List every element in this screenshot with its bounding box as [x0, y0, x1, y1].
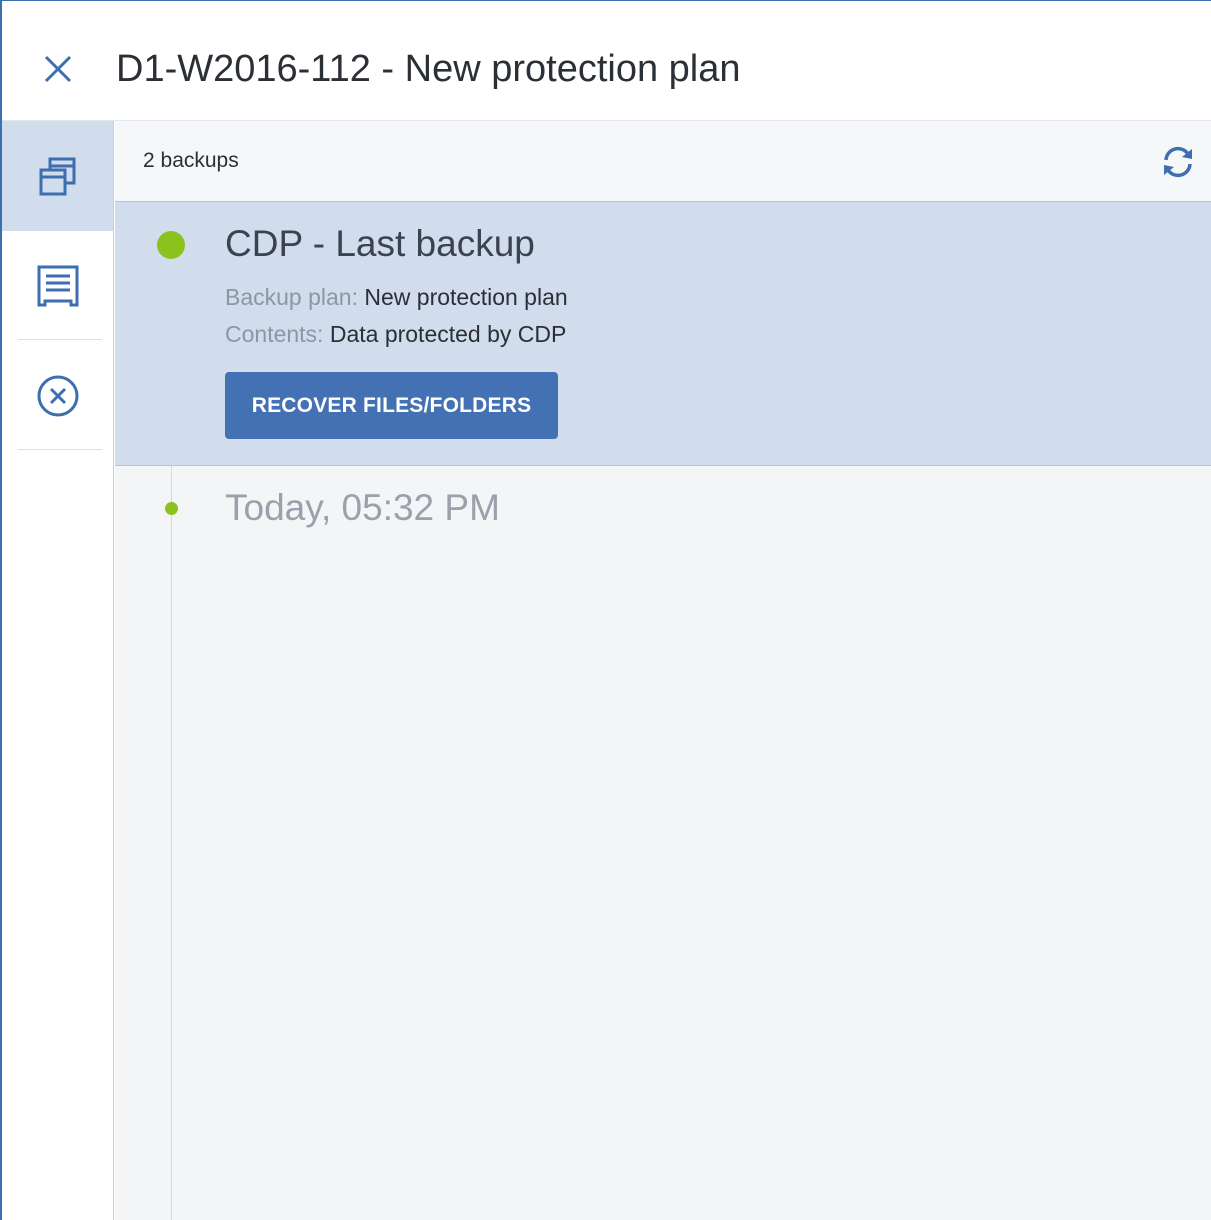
- contents-value: Data protected by CDP: [329, 321, 567, 347]
- sidebar-item-cancel[interactable]: [2, 341, 113, 451]
- backups-panel: 2 backups CDP - Last backup Backup plan:…: [115, 121, 1211, 1220]
- sidebar-item-activities[interactable]: [2, 231, 113, 341]
- contents-label: Contents:: [225, 321, 324, 347]
- page-title: D1-W2016-112 - New protection plan: [116, 48, 741, 90]
- backup-title: Today, 05:32 PM: [225, 487, 500, 528]
- refresh-icon[interactable]: [1159, 143, 1197, 181]
- sidebar: [2, 121, 114, 1220]
- backup-plan-label: Backup plan:: [225, 284, 358, 310]
- refresh-button[interactable]: [1159, 143, 1197, 181]
- backup-count: 2 backups: [143, 149, 239, 172]
- backups-toolbar: 2 backups: [115, 121, 1211, 202]
- recover-files-folders-button[interactable]: RECOVER FILES/FOLDERS: [225, 372, 558, 439]
- stacked-windows-icon: [39, 157, 75, 196]
- header: D1-W2016-112 - New protection plan: [2, 1, 1211, 121]
- backup-plan-line: Backup plan: New protection plan: [225, 282, 568, 312]
- backup-list-item-selected[interactable]: CDP - Last backup Backup plan: New prote…: [115, 202, 1211, 466]
- sidebar-item-backups[interactable]: [2, 121, 113, 231]
- status-dot: [165, 502, 178, 515]
- backup-plan-value: New protection plan: [364, 284, 568, 310]
- document-list-icon: [37, 265, 78, 307]
- backup-title: CDP - Last backup: [225, 223, 535, 264]
- contents-line: Contents: Data protected by CDP: [225, 319, 566, 349]
- protection-plan-window: D1-W2016-112 - New protection plan 2 bac…: [0, 0, 1211, 1220]
- close-icon[interactable]: [38, 49, 78, 89]
- circle-x-icon: [37, 375, 78, 417]
- sidebar-divider: [18, 339, 102, 340]
- close-button[interactable]: [38, 49, 78, 89]
- sidebar-divider: [18, 449, 102, 450]
- backup-list-item[interactable]: Today, 05:32 PM: [115, 466, 1211, 556]
- status-dot: [157, 231, 185, 259]
